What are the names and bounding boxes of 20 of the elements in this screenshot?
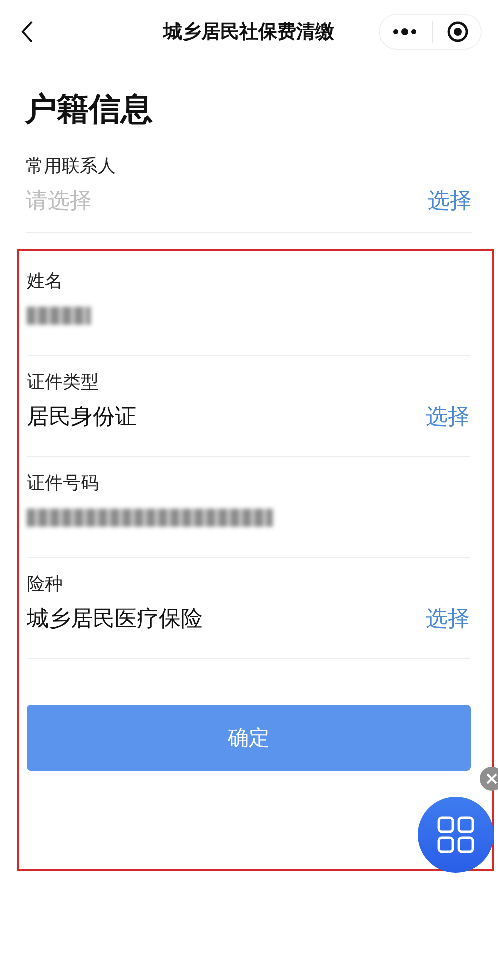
more-icon[interactable] [392,27,418,37]
picker-field[interactable]: 请选择 [26,186,92,216]
field-label: 姓名 [27,270,63,293]
field-value: 城乡居民医疗保险 [27,606,203,634]
select-link[interactable]: 选择 [426,402,470,432]
grid-menu-icon[interactable] [418,797,494,873]
field-label: 常用联系人 [26,155,116,178]
confirm-button[interactable]: 确定 [27,705,471,771]
field-label: 证件类型 [27,371,99,394]
close-icon[interactable] [480,767,498,791]
page-title: 户籍信息 [25,89,153,130]
select-link[interactable]: 选择 [428,186,472,216]
blurred-value [27,307,91,325]
field-value: 居民身份证 [27,404,137,432]
field-label: 证件号码 [27,472,99,495]
select-link[interactable]: 选择 [426,604,470,634]
back-icon[interactable] [20,20,34,44]
nav-title: 城乡居民社保费清缴 [164,20,334,45]
close-target-icon[interactable] [447,21,469,43]
field-label: 险种 [27,573,63,596]
